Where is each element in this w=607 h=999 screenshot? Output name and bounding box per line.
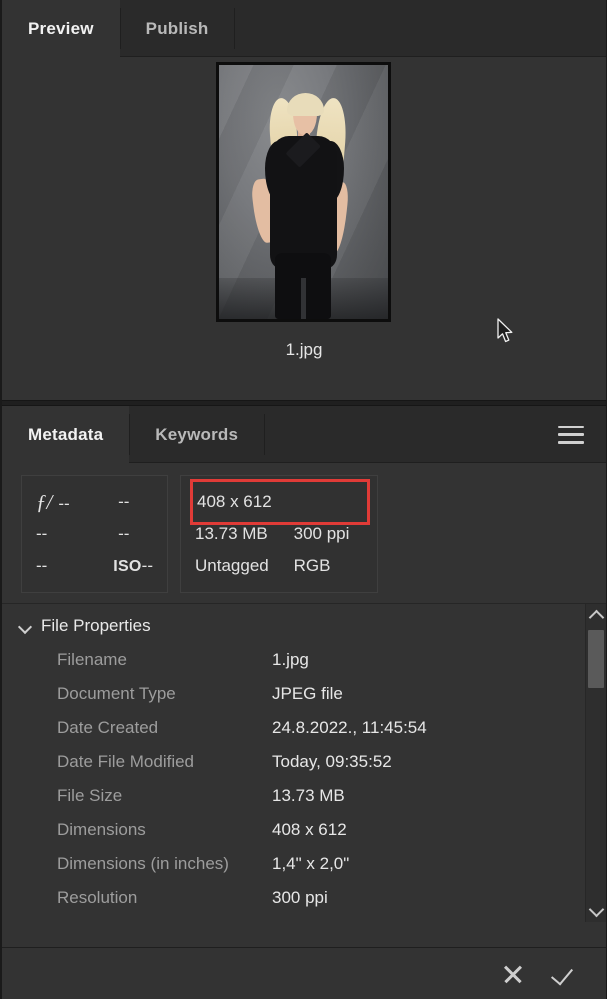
hamburger-menu-icon[interactable] (558, 425, 584, 444)
tab-preview[interactable]: Preview (2, 0, 120, 57)
file-properties-panel: File Properties Filename 1.jpg Document … (2, 603, 606, 922)
prop-value[interactable]: 408 x 612 (272, 820, 347, 840)
tab-preview-label: Preview (28, 18, 94, 38)
table-row: Date File Modified Today, 09:35:52 (2, 745, 606, 779)
exif-row-exposure: -- -- (36, 518, 153, 550)
chevron-down-icon (19, 620, 32, 633)
metadata-panel-window: Preview Publish 1.jpg Metadata Keywords … (0, 0, 607, 999)
exif-row-aperture: ƒ/-- -- (36, 486, 153, 518)
exif-flash-value: -- (36, 556, 48, 575)
prop-value[interactable]: Today, 09:35:52 (272, 752, 392, 772)
table-row: Dimensions (in inches) 1,4" x 2,0" (2, 847, 606, 881)
metadata-tabstrip-filler (264, 406, 606, 463)
prop-label: File Size (57, 786, 123, 805)
resolution-summary-value: 300 ppi (293, 524, 350, 543)
tab-keywords-label: Keywords (155, 424, 239, 444)
prop-label: Date File Modified (57, 752, 195, 771)
thumbnail-image (219, 65, 388, 319)
table-row: Document Type JPEG file (2, 677, 606, 711)
exif-exposure-bias-value: -- (36, 524, 48, 543)
thumbnail-caption: 1.jpg (285, 340, 323, 359)
exif-focal-length-value: -- (118, 524, 130, 543)
file-properties-list: File Properties Filename 1.jpg Document … (2, 604, 606, 915)
filesize-resolution-row: 13.73 MB 300 ppi (195, 518, 363, 550)
chevron-up-icon[interactable] (586, 604, 606, 626)
tab-metadata[interactable]: Metadata (2, 406, 130, 463)
thumbnail-subject (219, 65, 388, 319)
iso-label: ISO (113, 558, 142, 575)
checkmark-icon[interactable] (552, 961, 578, 987)
tab-metadata-label: Metadata (28, 424, 104, 444)
prop-label: Resolution (57, 888, 138, 907)
filesize-summary-value: 13.73 MB (195, 524, 268, 543)
table-row: Date Created 24.8.2022., 11:45:54 (2, 711, 606, 745)
dimensions-summary-row: 408 x 612 (190, 479, 370, 525)
metadata-summary: ƒ/-- -- -- -- -- ISO-- 408 x 612 13.73 M… (2, 463, 606, 603)
table-row: Dimensions 408 x 612 (2, 813, 606, 847)
properties-scrollbar[interactable] (585, 604, 606, 922)
prop-value[interactable]: 13.73 MB (272, 786, 345, 806)
prop-label: Filename (57, 650, 127, 669)
prop-value[interactable]: 1.jpg (272, 650, 309, 670)
tabstrip-filler (234, 0, 606, 57)
tab-publish[interactable]: Publish (119, 0, 235, 57)
exif-iso-cell: ISO-- (95, 556, 153, 576)
prop-label: Dimensions (57, 820, 146, 839)
exif-aperture-value: -- (58, 493, 70, 513)
exif-aperture-cell: ƒ/-- (36, 490, 95, 515)
preview-pane: 1.jpg (2, 57, 606, 400)
table-row: Filename 1.jpg (2, 643, 606, 677)
exif-summary-box: ƒ/-- -- -- -- -- ISO-- (21, 475, 168, 593)
dimensions-summary-value: 408 x 612 (197, 492, 272, 511)
section-header-file-properties[interactable]: File Properties (2, 612, 606, 643)
exif-iso-value: -- (141, 556, 153, 575)
exif-shutter-value: -- (118, 492, 130, 511)
table-row: Resolution 300 ppi (2, 881, 606, 915)
thumbnail-frame[interactable] (216, 62, 391, 322)
prop-value[interactable]: 24.8.2022., 11:45:54 (272, 718, 427, 738)
chevron-down-icon[interactable] (586, 900, 606, 922)
f-stop-icon: ƒ/ (36, 489, 53, 514)
table-row: File Size 13.73 MB (2, 779, 606, 813)
color-profile-value: Untagged (195, 556, 269, 575)
section-title: File Properties (41, 616, 151, 635)
tab-keywords[interactable]: Keywords (129, 406, 264, 463)
prop-label: Dimensions (in inches) (57, 854, 229, 873)
prop-label: Document Type (57, 684, 176, 703)
bottom-action-bar (2, 947, 606, 999)
prop-value[interactable]: 300 ppi (272, 888, 328, 908)
color-mode-value: RGB (293, 556, 331, 575)
prop-value[interactable]: 1,4" x 2,0" (272, 854, 349, 874)
colorprofile-row: Untagged RGB (195, 550, 363, 582)
prop-label: Date Created (57, 718, 159, 737)
metadata-tabstrip: Metadata Keywords (2, 406, 606, 463)
image-info-box: 408 x 612 13.73 MB 300 ppi Untagged RGB (180, 475, 378, 593)
close-x-icon[interactable] (500, 961, 526, 987)
preview-tabstrip: Preview Publish (2, 0, 606, 57)
prop-value[interactable]: JPEG file (272, 684, 343, 704)
exif-row-iso: -- ISO-- (36, 550, 153, 582)
tab-publish-label: Publish (145, 18, 209, 38)
scrollbar-thumb[interactable] (588, 630, 604, 688)
